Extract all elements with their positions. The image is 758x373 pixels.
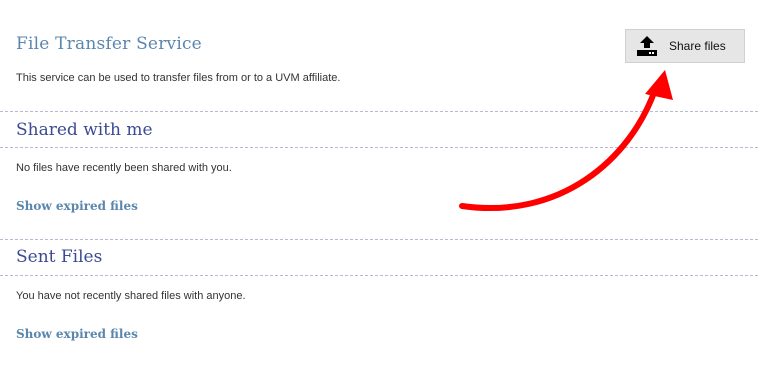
page-title: File Transfer Service	[16, 34, 202, 54]
shared-show-expired-link[interactable]: Show expired files	[16, 199, 138, 213]
section-divider	[0, 239, 758, 240]
section-divider	[0, 111, 758, 112]
section-divider	[0, 275, 758, 276]
sent-show-expired-link[interactable]: Show expired files	[16, 327, 138, 341]
shared-with-me-title: Shared with me	[16, 120, 153, 140]
sent-files-empty-text: You have not recently shared files with …	[16, 290, 246, 302]
service-description: This service can be used to transfer fil…	[16, 72, 341, 84]
section-divider	[0, 147, 758, 148]
share-files-label: Share files	[669, 39, 726, 53]
sent-files-title: Sent Files	[16, 247, 103, 267]
file-transfer-page: File Transfer Service This service can b…	[0, 0, 758, 373]
share-files-button[interactable]: Share files	[625, 29, 745, 63]
upload-tray-icon	[637, 36, 657, 56]
shared-with-me-empty-text: No files have recently been shared with …	[16, 162, 232, 174]
